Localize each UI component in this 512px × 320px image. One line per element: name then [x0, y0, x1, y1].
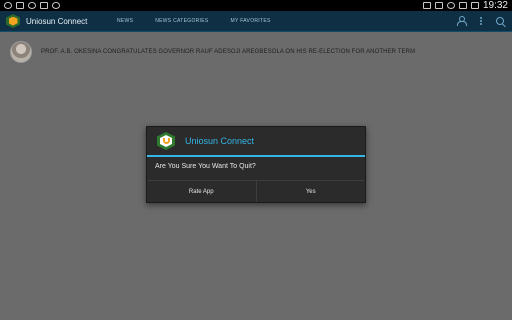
tab-news-categories[interactable]: NEWS CATEGORIES — [144, 11, 219, 32]
wifi-icon — [4, 2, 12, 9]
status-right-icons: 19:32 — [422, 0, 508, 11]
dialog-title: Uniosun Connect — [185, 136, 255, 146]
action-icons — [456, 16, 504, 26]
news-title: PROF. A.B. OKESINA CONGRATULATES GOVERNO… — [41, 49, 416, 55]
search-icon[interactable] — [496, 17, 504, 25]
app-title: Uniosun Connect — [26, 16, 88, 26]
app-logo-icon[interactable] — [6, 14, 20, 28]
app-logo-icon — [157, 132, 175, 150]
tab-news[interactable]: NEWS — [106, 11, 144, 32]
wifi-icon — [446, 2, 455, 9]
bluetooth-icon — [422, 2, 431, 9]
status-left-icons — [4, 2, 60, 9]
status-time: 19:32 — [482, 0, 508, 11]
status-bar: 19:32 — [0, 0, 512, 11]
action-bar: Uniosun Connect NEWS NEWS CATEGORIES MY … — [0, 11, 512, 32]
mute-icon — [434, 2, 443, 9]
usb-icon — [16, 2, 24, 9]
notification-icon — [52, 2, 60, 9]
person-icon[interactable] — [456, 16, 467, 26]
yes-button[interactable]: Yes — [255, 181, 366, 202]
rate-app-button[interactable]: Rate App — [147, 181, 256, 202]
overflow-menu-icon[interactable] — [480, 17, 482, 25]
dialog-header: Uniosun Connect — [147, 127, 365, 157]
tab-my-favorites[interactable]: MY FAVORITES — [220, 11, 282, 32]
list-item[interactable]: PROF. A.B. OKESINA CONGRATULATES GOVERNO… — [0, 33, 512, 71]
image-icon — [40, 2, 48, 9]
quit-dialog: Uniosun Connect Are You Sure You Want To… — [146, 126, 366, 203]
avatar — [10, 41, 32, 63]
dialog-message: Are You Sure You Want To Quit? — [155, 163, 256, 170]
whatsapp-icon — [28, 2, 36, 9]
battery-icon — [470, 2, 479, 9]
airplane-icon — [458, 2, 467, 9]
dialog-buttons: Rate App Yes — [147, 180, 365, 202]
